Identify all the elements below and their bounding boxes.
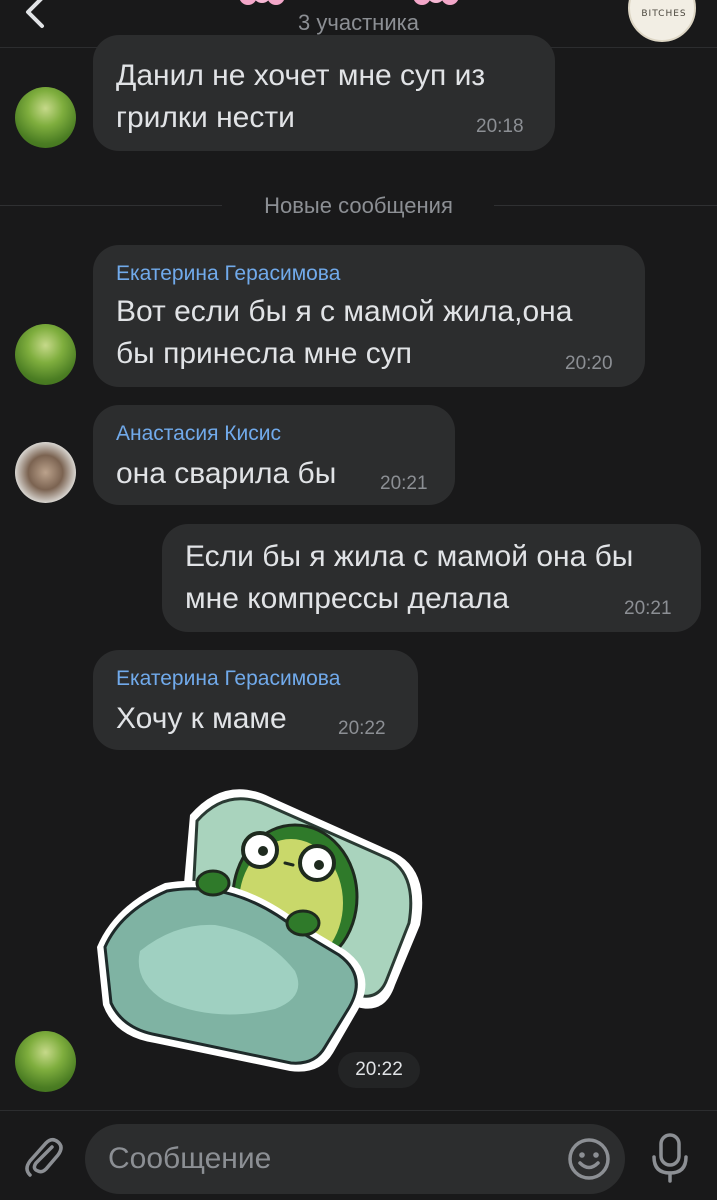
message-bubble[interactable]: Анастасия Кисис она сварила бы 20:21 [93,405,455,505]
message-time: 20:21 [624,598,672,619]
message-composer [0,1110,717,1200]
new-messages-divider: Новые сообщения [264,193,453,218]
avatar[interactable] [15,87,76,148]
message-time: 20:22 [338,718,386,739]
chat-avatar-text: BITCHES [641,9,687,19]
message-time: 20:18 [476,116,524,137]
message-text: Если бы я жила с мамой она бы мне компре… [185,540,634,615]
message-time: 20:21 [380,473,428,494]
sender-name[interactable]: Екатерина Герасимова [116,262,340,286]
avatar[interactable] [15,1031,76,1092]
microphone-icon[interactable] [650,1131,690,1185]
avatar[interactable] [15,442,76,503]
sender-name[interactable]: Анастасия Кисис [116,422,281,446]
sticker-time: 20:22 [338,1052,420,1088]
paperclip-icon[interactable] [20,1133,66,1179]
message-text: она сварила бы [116,457,337,490]
message-bubble[interactable]: Екатерина Герасимова Хочу к маме 20:22 [93,650,418,750]
message-bubble[interactable]: Екатерина Герасимова Вот если бы я с мам… [93,245,645,387]
message-text: Вот если бы я с мамой жила,она бы принес… [116,295,573,370]
avocado-sticker[interactable] [95,775,430,1075]
message-text: Хочу к маме [116,702,287,735]
chat-title-emoji [239,0,459,5]
smile-icon[interactable] [566,1136,612,1182]
chat-member-count[interactable]: 3 участника [0,10,717,36]
message-bubble[interactable]: Данил не хочет мне суп из грилки нести 2… [93,35,555,151]
outgoing-message-bubble[interactable]: Если бы я жила с мамой она бы мне компре… [162,524,701,632]
message-text: Данил не хочет мне суп из грилки нести [116,59,486,134]
sender-name[interactable]: Екатерина Герасимова [116,667,340,691]
avatar[interactable] [15,324,76,385]
message-input[interactable] [85,1124,625,1194]
message-time: 20:20 [565,353,613,374]
